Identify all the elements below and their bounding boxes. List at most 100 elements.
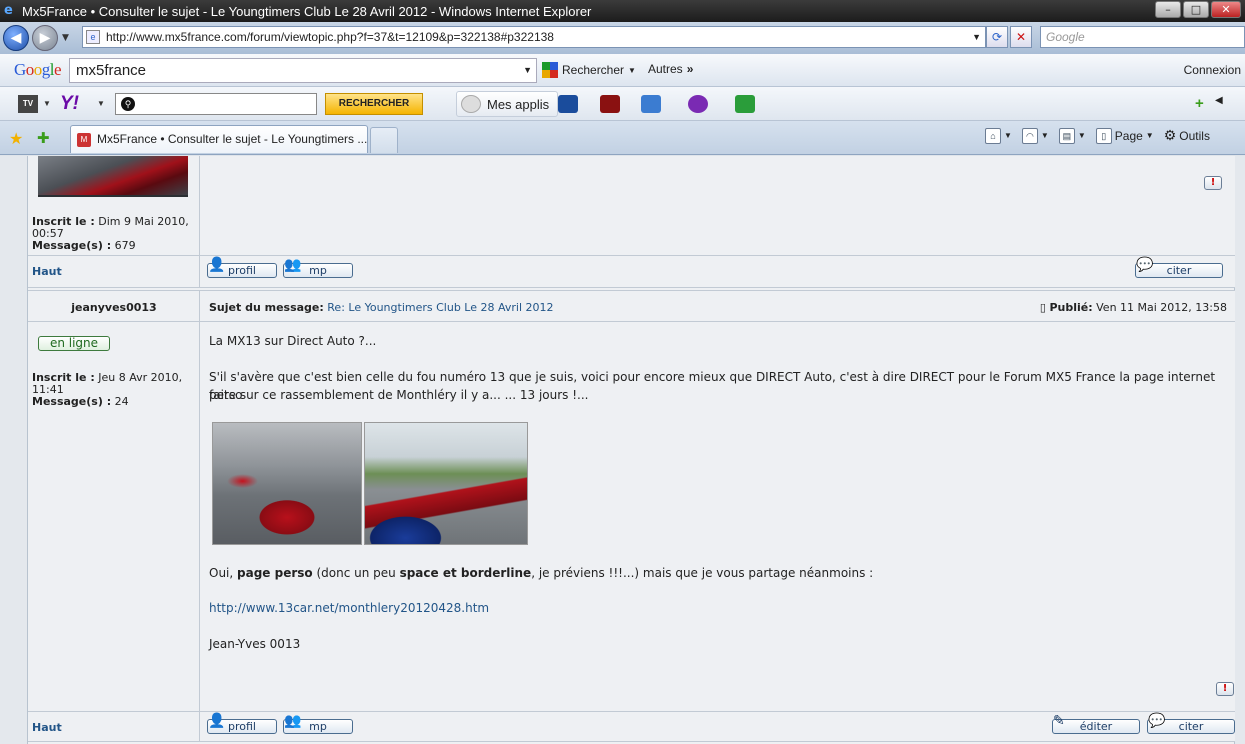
messages-label: Message(s) : (32, 395, 112, 408)
page-menu-label: Page (1114, 128, 1143, 143)
edit-button[interactable]: ✎ éditer (1052, 714, 1140, 734)
scroll-left-icon[interactable]: ◀ (1215, 95, 1227, 113)
google-search-button[interactable]: Rechercher ▼ (542, 62, 636, 78)
back-to-top-link[interactable]: Haut (32, 265, 62, 278)
previous-post-footer: Haut 👤 profil 👥 mp 💬 citer (28, 256, 1235, 288)
back-button[interactable]: ◀ (3, 25, 29, 51)
quote-button-label: citer (1178, 720, 1204, 733)
posted-label: Publié: (1049, 301, 1093, 314)
line3-pre: Oui, (209, 566, 238, 580)
chevron-down-icon: ▼ (1077, 131, 1086, 140)
media-icon[interactable] (558, 95, 578, 113)
google-search-input[interactable]: mx5france ▼ (69, 58, 537, 83)
yahoo-search-input[interactable]: ⚲ (115, 93, 317, 115)
widget-icon[interactable] (735, 95, 755, 113)
minimize-button[interactable]: – (1155, 1, 1181, 18)
print-button[interactable]: ▤ ▼ (1058, 127, 1086, 144)
profile-button-label: profil (228, 264, 256, 277)
magnifier-icon: ⚲ (121, 97, 135, 111)
post-date: ▯ Publié: Ven 11 Mai 2012, 13:58 (1040, 301, 1227, 314)
rss-icon: ◠ (1021, 127, 1038, 144)
command-bar: ⌂ ▼ ◠ ▼ ▤ ▼ ▯ Page ▼ ⚙ Outils (985, 127, 1210, 144)
pm-button-label: mp (309, 720, 327, 733)
yahoo-dropdown-icon[interactable]: ▼ (97, 99, 105, 108)
posted-value: Ven 11 Mai 2012, 13:58 (1096, 301, 1227, 314)
users-icon: 👥 (284, 713, 302, 729)
post-footer: Haut 👤 profil 👥 mp ✎ éditer 💬 citer (28, 712, 1235, 742)
ie-logo-icon: e (4, 3, 13, 18)
tools-menu-label: Outils (1179, 128, 1210, 143)
google-more-button[interactable]: Autres » (648, 62, 693, 76)
profile-button[interactable]: 👤 profil (207, 258, 277, 278)
quote-button[interactable]: 💬 citer (1135, 258, 1223, 278)
post-image-1[interactable] (212, 422, 362, 545)
edit-button-label: éditer (1079, 720, 1113, 733)
tv-dropdown-icon[interactable]: ▼ (43, 99, 51, 108)
tv-icon[interactable]: TV (18, 95, 38, 113)
home-button[interactable]: ⌂ ▼ (985, 127, 1012, 144)
previous-post-content: ! (200, 156, 1235, 255)
feeds-button[interactable]: ◠ ▼ (1021, 127, 1049, 144)
post-image-2[interactable] (364, 422, 528, 545)
refresh-button[interactable]: ⟳ (986, 26, 1008, 48)
page-content: Inscrit le : Dim 9 Mai 2010, 00:57 Messa… (0, 156, 1245, 744)
home-icon: ⌂ (985, 127, 1001, 144)
registered-value: Dim 9 Mai 2010, (98, 215, 189, 228)
close-button[interactable]: ✕ (1211, 1, 1241, 18)
post-link-line: http://www.13car.net/monthlery20120428.h… (209, 599, 1234, 617)
pm-button[interactable]: 👥 mp (283, 258, 353, 278)
add-favorite-icon[interactable]: ✚ (37, 129, 50, 147)
back-to-top-link[interactable]: Haut (32, 721, 62, 734)
post-signature: Jean-Yves 0013 (209, 637, 301, 651)
add-icon[interactable]: + (1195, 95, 1209, 113)
post-link[interactable]: http://www.13car.net/monthlery20120428.h… (209, 601, 489, 615)
line3-mid: (donc un peu (312, 566, 400, 580)
line3-bold-2: space et borderline (399, 566, 532, 580)
users-icon: 👥 (284, 257, 302, 273)
yahoo-search-button[interactable]: RECHERCHER (325, 93, 423, 115)
quote-button[interactable]: 💬 citer (1147, 714, 1235, 734)
post-header: jeanyves0013 Sujet du message: Re: Le Yo… (28, 290, 1235, 322)
messenger-icon[interactable] (688, 95, 708, 113)
new-tab-button[interactable] (370, 127, 398, 153)
chevron-down-icon: ▼ (628, 65, 636, 75)
google-search-icon (542, 62, 558, 78)
subject-link[interactable]: Re: Le Youngtimers Club Le 28 Avril 2012 (327, 301, 553, 314)
history-dropdown-icon[interactable]: ▼ (62, 33, 69, 43)
tab-mx5france[interactable]: M Mx5France • Consulter le sujet - Le Yo… (70, 125, 368, 153)
post-author[interactable]: jeanyves0013 (28, 301, 200, 314)
tools-menu[interactable]: ⚙ Outils (1164, 127, 1210, 144)
page-icon: e (86, 30, 100, 44)
post-footer-right: 👤 profil 👥 mp ✎ éditer 💬 citer (200, 712, 1235, 741)
url-text: http://www.mx5france.com/forum/viewtopic… (106, 30, 554, 44)
gear-icon: ⚙ (1163, 127, 1177, 143)
mail-icon[interactable] (641, 95, 661, 113)
report-icon[interactable]: ! (1204, 176, 1222, 190)
page-menu[interactable]: ▯ Page ▼ (1095, 127, 1154, 144)
quote-icon: 💬 (1136, 257, 1154, 273)
url-dropdown-icon[interactable]: ▼ (972, 32, 981, 42)
url-input[interactable]: e http://www.mx5france.com/forum/viewtop… (82, 26, 986, 48)
profile-button[interactable]: 👤 profil (207, 714, 277, 734)
alert-icon[interactable] (600, 95, 620, 113)
previous-post-footer-right: 👤 profil 👥 mp 💬 citer (200, 256, 1235, 287)
yahoo-logo[interactable]: Y! (60, 93, 79, 115)
favorites-star-icon[interactable]: ★ (9, 129, 23, 149)
post-author-info: Inscrit le : Jeu 8 Avr 2010, 11:41 Messa… (32, 372, 182, 408)
report-icon[interactable]: ! (1216, 682, 1234, 696)
messages-value: 679 (114, 239, 136, 252)
pm-button[interactable]: 👥 mp (283, 714, 353, 734)
maximize-button[interactable]: □ (1183, 1, 1209, 18)
forum-topic: Inscrit le : Dim 9 Mai 2010, 00:57 Messa… (27, 156, 1235, 744)
stop-button[interactable]: ✕ (1010, 26, 1032, 48)
google-signin-link[interactable]: Connexion (1184, 63, 1241, 77)
forward-button[interactable]: ▶ (32, 25, 58, 51)
pencil-icon: ✎ (1053, 713, 1065, 729)
yahoo-apps-button[interactable]: Mes applis (456, 91, 559, 117)
post-body: en ligne Inscrit le : Jeu 8 Avr 2010, 11… (28, 322, 1235, 712)
google-search-dropdown-icon[interactable]: ▼ (523, 59, 532, 82)
chevron-down-icon: ▼ (1145, 131, 1154, 140)
post-line-2b: faite sur ce rassemblement de Monthléry … (209, 388, 589, 402)
browser-search-input[interactable]: Google (1040, 26, 1245, 48)
previous-post-body: Inscrit le : Dim 9 Mai 2010, 00:57 Messa… (28, 156, 1235, 256)
